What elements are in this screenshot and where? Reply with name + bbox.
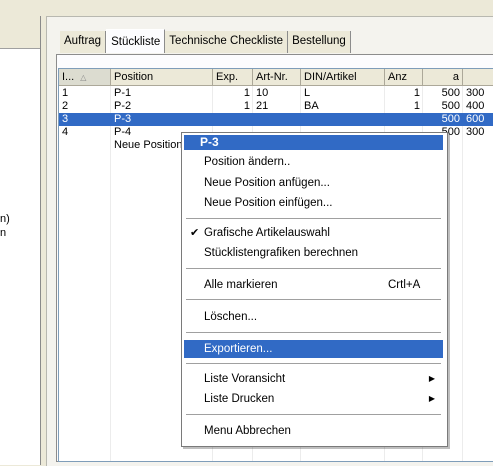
cell-exp: 1 — [243, 87, 250, 99]
menu-separator — [186, 414, 441, 415]
menu-item-loeschen[interactable]: Löschen... — [184, 308, 443, 326]
shortcut-label: Crtl+A — [388, 279, 421, 291]
check-icon: ✔ — [190, 227, 200, 239]
cell-art-nr: 21 — [256, 100, 269, 112]
tab-bar: Auftrag Stückliste Technische Checkliste… — [60, 29, 351, 53]
column-header-b[interactable]: b — [463, 69, 493, 86]
left-panel-text: n — [0, 227, 7, 239]
cell-index: 4 — [62, 126, 69, 138]
submenu-arrow-icon: ▶ — [428, 374, 435, 383]
menu-item-grafische-artikelauswahl[interactable]: ✔ Grafische Artikelauswahl — [184, 224, 443, 242]
cell-a: 500 — [441, 87, 460, 99]
menu-item-exportieren[interactable]: Exportieren... — [184, 340, 443, 358]
column-header-position[interactable]: Position — [111, 69, 213, 86]
column-header-art-nr[interactable]: Art-Nr. — [253, 69, 301, 86]
menu-separator — [186, 363, 441, 364]
menu-separator — [186, 299, 441, 300]
menu-item-liste-voransicht[interactable]: Liste Voransicht ▶ — [184, 370, 443, 388]
cell-index: 3 — [62, 113, 69, 125]
menu-separator — [186, 268, 441, 269]
cell-exp: 1 — [243, 100, 250, 112]
cell-position: P-3 — [114, 113, 132, 125]
menu-item-neue-position-anfuegen[interactable]: Neue Position anfügen... — [184, 174, 443, 192]
cell-b: 300 — [466, 87, 485, 99]
menu-item-stuecklistengrafiken-berechnen[interactable]: Stücklistengrafiken berechnen — [184, 244, 443, 262]
context-menu-title: P-3 — [184, 135, 443, 150]
menu-item-menu-abbrechen[interactable]: Menu Abbrechen — [184, 422, 443, 440]
left-panel-header — [0, 16, 40, 49]
cell-index: 2 — [62, 100, 69, 112]
menu-separator — [186, 218, 441, 219]
tab-bestellung[interactable]: Bestellung — [288, 31, 351, 53]
menu-item-alle-markieren[interactable]: Alle markieren Crtl+A — [184, 276, 443, 294]
submenu-arrow-icon: ▶ — [428, 394, 435, 403]
table-row[interactable]: 1 P-1 1 10 L 1 500 300 — [59, 87, 493, 100]
cell-a: 500 — [441, 113, 460, 125]
column-header-exp[interactable]: Exp. — [213, 69, 253, 86]
left-panel — [0, 16, 41, 465]
cell-anz: 1 — [413, 87, 420, 99]
left-panel-text: n) — [0, 213, 10, 225]
cell-index: 1 — [62, 87, 69, 99]
column-header-din-artikel[interactable]: DIN/Artikel — [301, 69, 385, 86]
column-header-index[interactable]: I... △ — [59, 69, 111, 86]
menu-item-liste-drucken[interactable]: Liste Drucken ▶ — [184, 390, 443, 408]
table-row-selected[interactable]: 3 P-3 500 600 — [59, 113, 493, 126]
cell-position: P-1 — [114, 87, 132, 99]
cell-din-artikel: BA — [304, 100, 319, 112]
menu-item-neue-position-einfuegen[interactable]: Neue Position einfügen... — [184, 194, 443, 212]
sort-arrow-icon: △ — [80, 73, 87, 82]
menu-separator — [186, 332, 441, 333]
cell-anz: 1 — [413, 100, 420, 112]
context-menu: P-3 Position ändern.. Neue Position anfü… — [181, 132, 448, 447]
cell-b: 300 — [466, 126, 485, 138]
cell-a: 500 — [441, 100, 460, 112]
cell-din-artikel: L — [304, 87, 311, 99]
cell-art-nr: 10 — [256, 87, 269, 99]
column-header-anz[interactable]: Anz — [385, 69, 423, 86]
tab-stueckliste[interactable]: Stückliste — [106, 29, 166, 53]
cell-b: 400 — [466, 100, 485, 112]
cell-b: 600 — [466, 113, 485, 125]
table-row[interactable]: 2 P-2 1 21 BA 1 500 400 — [59, 100, 493, 113]
column-header-a[interactable]: a — [423, 69, 463, 86]
tab-technische-checkliste[interactable]: Technische Checkliste — [165, 31, 289, 53]
menu-item-position-aendern[interactable]: Position ändern.. — [184, 153, 443, 171]
cell-position: P-2 — [114, 100, 132, 112]
tab-auftrag[interactable]: Auftrag — [60, 31, 107, 53]
